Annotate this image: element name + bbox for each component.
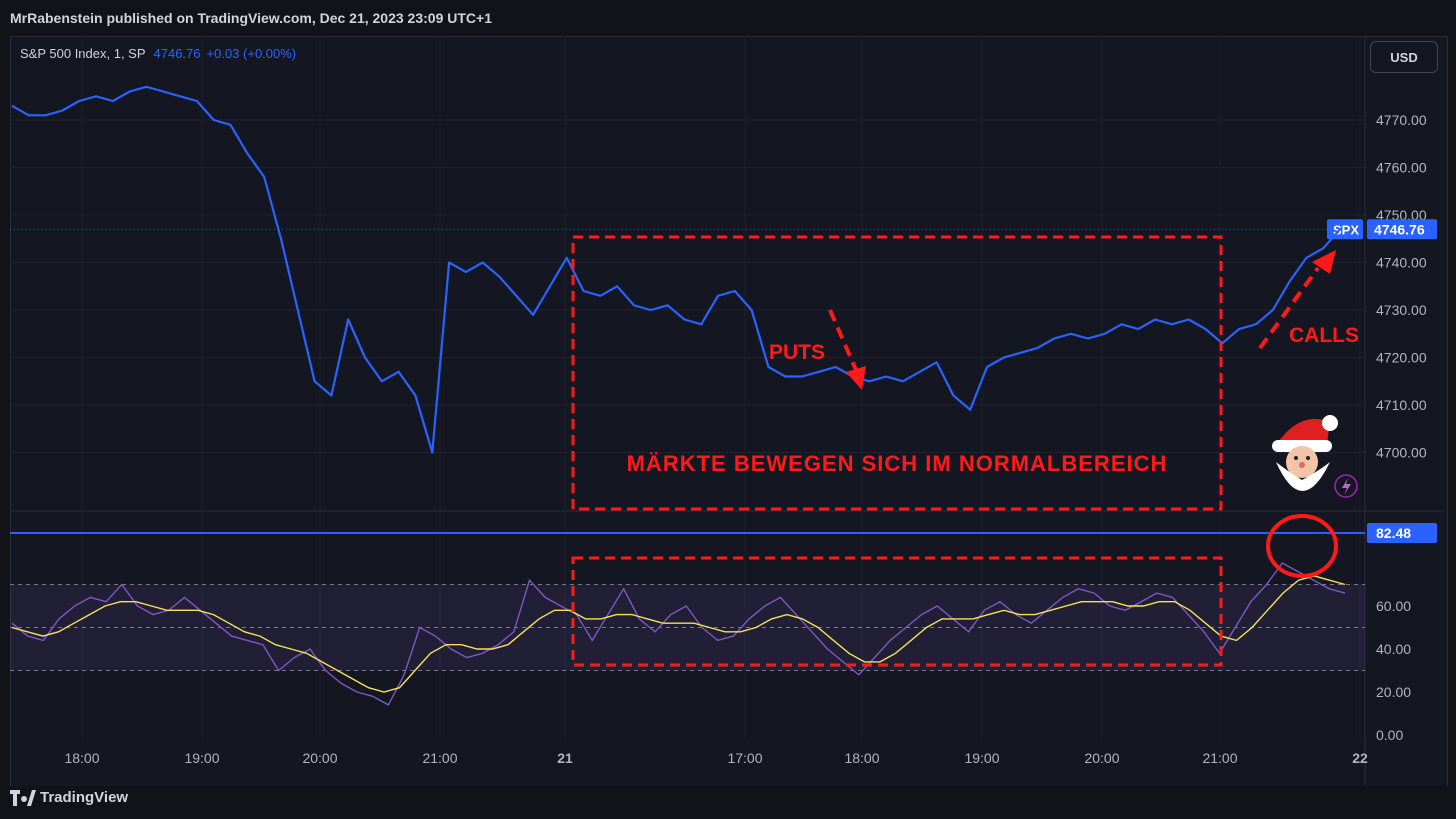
symbol-label: S&P 500 Index, 1, SP <box>20 46 146 61</box>
symbol-line: S&P 500 Index, 1, SP 4746.76 +0.03 (+0.00%… <box>20 46 296 61</box>
publish-bar: MrRabenstein published on TradingView.co… <box>0 0 1456 36</box>
publisher-text: MrRabenstein published on TradingView.co… <box>10 10 492 26</box>
tradingview-logo-icon <box>10 790 36 806</box>
currency-button[interactable]: USD <box>1370 41 1438 73</box>
symbol-price: 4746.76 <box>153 46 201 61</box>
footer-brand: TradingView <box>40 789 129 806</box>
footer <box>0 786 1456 819</box>
chart-panel[interactable] <box>10 36 1448 788</box>
symbol-change: +0.03 (+0.00%) <box>206 46 297 61</box>
